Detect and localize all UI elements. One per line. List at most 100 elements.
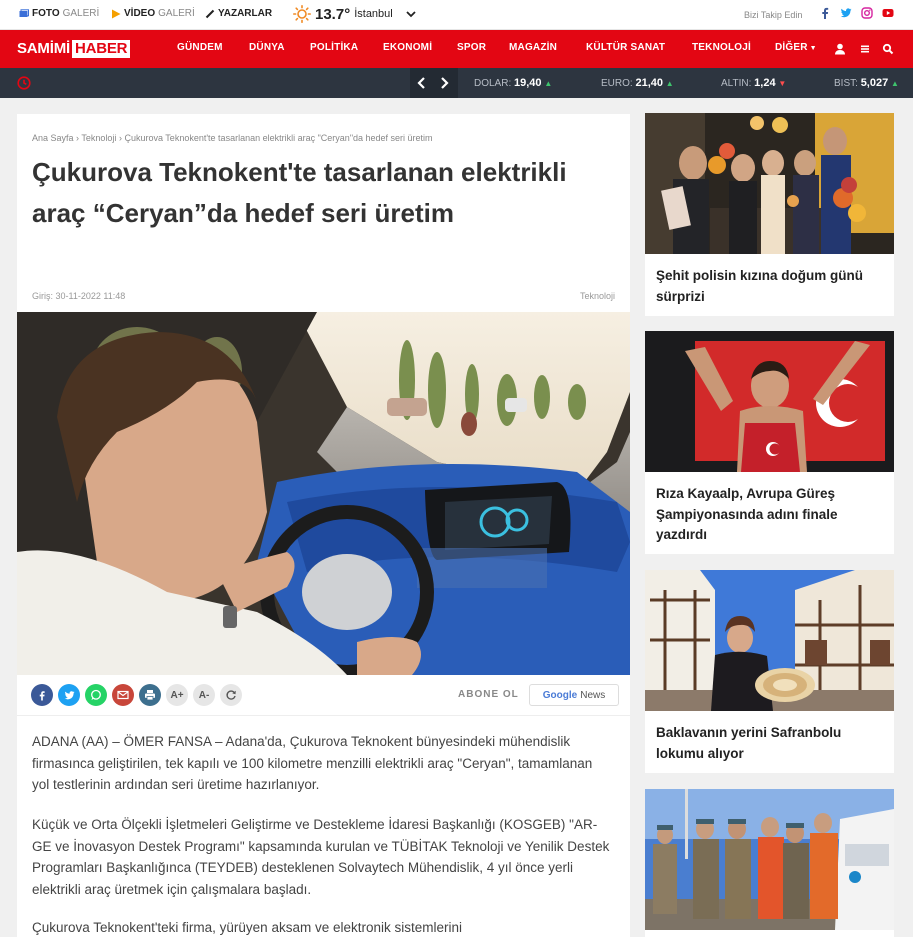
font-increase-button[interactable]: A+	[166, 684, 188, 706]
refresh-icon	[226, 690, 236, 700]
font-decrease-button[interactable]: A-	[193, 684, 215, 706]
instagram-icon[interactable]	[861, 7, 873, 19]
market-value: 5,027	[860, 77, 889, 89]
article-category[interactable]: Teknoloji	[580, 291, 615, 301]
menu-icon[interactable]	[858, 42, 872, 56]
follow-us-label: Bizi Takip Edin	[744, 10, 803, 20]
nav-item-diger[interactable]: DİĞER ▼	[775, 42, 817, 53]
google-news-brand: Google	[542, 689, 578, 701]
article-paragraph: Çukurova Teknokent'teki firma, yürüyen a…	[32, 920, 463, 935]
article-paragraph: ADANA (AA) – ÖMER FANSA – Adana'da, Çuku…	[32, 734, 593, 792]
breadcrumb-separator: ›	[118, 133, 122, 143]
market-bist: BIST: 5,027 ▲	[834, 77, 899, 89]
font-increase-label: A+	[170, 689, 184, 701]
authors-label: YAZARLAR	[218, 8, 273, 19]
subscribe-label: ABONE OL	[458, 689, 519, 700]
sidebar-news-card[interactable]: Şehit polisin kızına doğum günü sürprizi	[645, 113, 894, 316]
news-title: Rıza Kayaalp, Avrupa Güreş Şampiyonasınd…	[656, 486, 838, 542]
market-value: 19,40	[514, 77, 542, 89]
video-gallery-label: VİDEO	[124, 8, 156, 19]
authors-link[interactable]: YAZARLAR	[205, 8, 272, 19]
nav-item-ekonomi[interactable]: EKONOMİ	[383, 42, 432, 53]
pen-icon	[205, 9, 215, 18]
youtube-icon[interactable]	[882, 7, 894, 19]
facebook-icon	[39, 690, 45, 700]
logo-part-2: HABER	[71, 40, 131, 58]
nav-item-magazin[interactable]: MAGAZİN	[509, 42, 557, 53]
video-gallery-sub: GALERİ	[158, 8, 195, 19]
city-name: İstanbul	[354, 8, 393, 20]
nav-item-teknoloji[interactable]: TEKNOLOJİ	[692, 42, 751, 53]
photo-gallery-icon	[19, 8, 29, 17]
breadcrumb-category[interactable]: Teknoloji	[81, 133, 116, 143]
share-whatsapp-button[interactable]	[85, 684, 107, 706]
news-thumbnail	[645, 570, 894, 711]
nav-item-spor[interactable]: SPOR	[457, 42, 486, 53]
sidebar-news-card[interactable]: Rıza Kayaalp, Avrupa Güreş Şampiyonasınd…	[645, 331, 894, 554]
temperature: 13.7°	[315, 5, 351, 23]
nav-item-dunya[interactable]: DÜNYA	[249, 42, 285, 53]
breadcrumb: Ana Sayfa › Teknoloji › Çukurova Teknoke…	[32, 133, 433, 143]
share-facebook-button[interactable]	[31, 684, 53, 706]
google-news-button[interactable]: Google News	[529, 684, 619, 706]
news-title: Şehit polisin kızına doğum günü sürprizi	[656, 268, 863, 304]
nav-item-politika[interactable]: POLİTİKA	[310, 42, 358, 53]
font-decrease-label: A-	[198, 689, 210, 701]
market-euro: EURO: 21,40 ▲	[601, 77, 674, 89]
article-card: Ana Sayfa › Teknoloji › Çukurova Teknoke…	[17, 114, 630, 937]
ticker-arrows	[410, 68, 458, 98]
news-thumbnail	[645, 789, 894, 930]
news-title: Baklavanın yerini Safranbolu lokumu alıy…	[656, 725, 842, 761]
logo-part-1: SAMİMİ	[17, 40, 70, 57]
photo-gallery-sub: GALERİ	[62, 8, 100, 19]
chevron-right-icon[interactable]	[438, 76, 450, 90]
google-news-label: News	[580, 689, 606, 701]
main-nav: SAMİMİ HABER GÜNDEM DÜNYA POLİTİKA EKONO…	[0, 30, 913, 68]
article-paragraph: Küçük ve Orta Ölçekli İşletmeleri Gelişt…	[32, 817, 610, 897]
clock-icon	[17, 76, 31, 90]
photo-gallery-label: FOTO	[32, 8, 60, 19]
caret-down-icon: ▼	[809, 45, 817, 52]
video-gallery-link[interactable]: VİDEO GALERİ	[111, 8, 195, 19]
breadcrumb-current: Çukurova Teknokent'te tasarlanan elektri…	[124, 133, 433, 143]
nav-item-gundem[interactable]: GÜNDEM	[177, 42, 223, 53]
user-icon[interactable]	[833, 42, 847, 56]
market-ticker: DOLAR: 19,40 ▲ EURO: 21,40 ▲ ALTIN: 1,24…	[0, 68, 913, 98]
top-bar: FOTO GALERİ VİDEO GALERİ YAZARLAR 13.7° …	[0, 0, 913, 30]
breadcrumb-home[interactable]: Ana Sayfa	[32, 133, 74, 143]
trend-up-icon: ▲	[891, 79, 899, 88]
share-twitter-button[interactable]	[58, 684, 80, 706]
sidebar-news-card[interactable]: Baklavanın yerini Safranbolu lokumu alıy…	[645, 570, 894, 773]
facebook-icon[interactable]	[819, 7, 831, 19]
search-icon[interactable]	[881, 42, 895, 56]
trend-down-icon: ▼	[778, 79, 787, 88]
market-label: BIST:	[834, 78, 858, 89]
market-value: 1,24	[754, 77, 776, 89]
chevron-down-icon[interactable]	[405, 8, 417, 20]
nav-item-diger-label: DİĞER	[775, 42, 808, 53]
site-logo[interactable]: SAMİMİ HABER	[17, 40, 131, 58]
twitter-icon[interactable]	[840, 7, 852, 19]
article-hero-image	[17, 312, 630, 675]
news-title	[645, 930, 894, 937]
trend-up-icon: ▲	[665, 79, 674, 88]
breadcrumb-separator: ›	[76, 133, 80, 143]
news-thumbnail	[645, 331, 894, 472]
sidebar-news-card[interactable]	[645, 789, 894, 937]
article-title: Çukurova Teknokent'te tasarlanan elektri…	[32, 157, 567, 228]
print-icon	[145, 690, 155, 701]
market-label: EURO:	[601, 78, 633, 89]
sun-icon	[293, 5, 311, 23]
photo-gallery-link[interactable]: FOTO GALERİ	[19, 8, 99, 19]
weather-widget[interactable]: 13.7° İstanbul	[293, 5, 417, 23]
print-button[interactable]	[139, 684, 161, 706]
share-bar: A+ A- ABONE OL Google News	[17, 675, 630, 716]
twitter-icon	[64, 690, 75, 699]
news-thumbnail	[645, 113, 894, 254]
share-email-button[interactable]	[112, 684, 134, 706]
market-label: ALTIN:	[721, 78, 752, 89]
refresh-button[interactable]	[220, 684, 242, 706]
market-value: 21,40	[635, 77, 663, 89]
nav-item-kultur-sanat[interactable]: KÜLTÜR SANAT	[586, 42, 665, 53]
chevron-left-icon[interactable]	[416, 76, 428, 90]
